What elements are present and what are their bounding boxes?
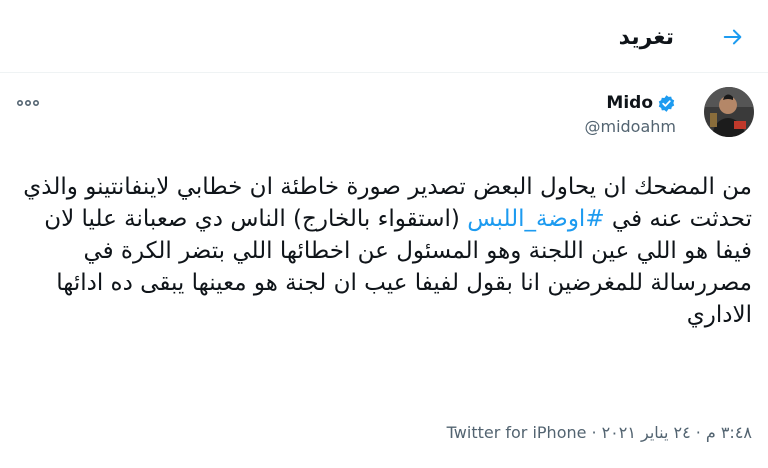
tweet-card: Mido @midoahm من المضحك ان يحاول البعض ت… — [0, 73, 768, 468]
more-horizontal-icon — [17, 99, 39, 107]
author-handle[interactable]: @midoahm — [584, 117, 676, 136]
page-title: تغريد — [618, 25, 674, 50]
tweet-time[interactable]: ٣:٤٨ م — [706, 423, 752, 442]
author-display-name[interactable]: Mido — [606, 93, 653, 113]
tweet-meta: ٣:٤٨ م·٢٤ يناير ٢٠٢١·Twitter for iPhone — [447, 423, 752, 442]
meta-separator: · — [695, 423, 701, 442]
tweet-date[interactable]: ٢٤ يناير ٢٠٢١ — [602, 423, 691, 442]
avatar[interactable] — [704, 87, 754, 137]
user-avatar-icon — [704, 87, 754, 137]
verified-badge-icon — [658, 94, 675, 112]
tweet-text: من المضحك ان يحاول البعض تصدير صورة خاطئ… — [12, 171, 752, 331]
tweet-author: Mido @midoahm — [584, 91, 676, 136]
hashtag-link[interactable]: #اوضة_اللبس — [467, 206, 604, 232]
more-options-button[interactable] — [12, 91, 44, 115]
meta-separator: · — [591, 423, 597, 442]
header-bar: تغريد — [0, 0, 768, 73]
tweet-source-link[interactable]: Twitter for iPhone — [447, 423, 587, 442]
back-button[interactable] — [716, 20, 750, 54]
arrow-right-icon — [723, 29, 742, 45]
